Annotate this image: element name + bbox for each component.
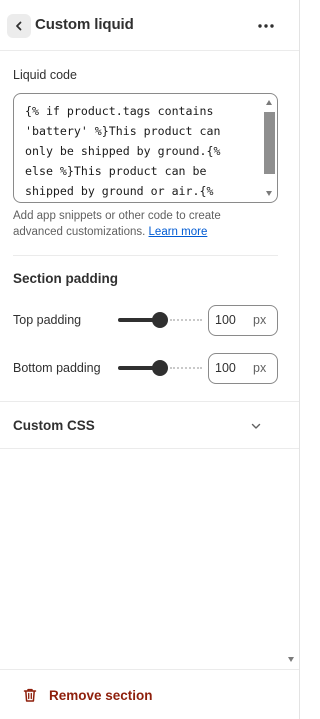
bottom-padding-unit: px — [253, 361, 267, 375]
liquid-code-value[interactable]: {% if product.tags contains 'battery' %}… — [25, 101, 261, 201]
bottom-padding-value[interactable]: 100 — [215, 361, 236, 375]
divider — [0, 448, 299, 449]
top-padding-slider[interactable] — [118, 312, 202, 328]
slider-thumb[interactable] — [152, 360, 168, 376]
panel-header: Custom liquid — [0, 0, 299, 51]
scrollbar-thumb[interactable] — [264, 112, 275, 174]
learn-more-link[interactable]: Learn more — [149, 226, 208, 238]
liquid-code-help: Add app snippets or other code to create… — [13, 208, 273, 240]
chevron-left-icon — [16, 21, 22, 31]
panel-footer: Remove section — [0, 669, 299, 719]
custom-css-title: Custom CSS — [13, 418, 95, 433]
remove-section-button[interactable]: Remove section — [22, 684, 153, 706]
section-settings-panel: Custom liquid Liquid code {% if product.… — [0, 0, 300, 719]
slider-track — [170, 367, 202, 369]
section-padding-heading: Section padding — [13, 271, 119, 286]
trash-icon — [23, 688, 37, 702]
bottom-padding-slider[interactable] — [118, 360, 202, 376]
top-padding-label: Top padding — [13, 313, 82, 327]
top-padding-unit: px — [253, 313, 267, 327]
more-actions-button[interactable] — [253, 14, 279, 38]
slider-thumb[interactable] — [152, 312, 168, 328]
top-padding-input[interactable]: 100 px — [208, 305, 278, 336]
more-horizontal-icon — [258, 24, 274, 28]
panel-scroll-down-icon[interactable] — [288, 657, 294, 662]
code-scrollbar[interactable] — [263, 96, 275, 200]
bottom-padding-input[interactable]: 100 px — [208, 353, 278, 384]
scroll-down-arrow-icon[interactable] — [266, 191, 272, 196]
scroll-up-arrow-icon[interactable] — [266, 100, 272, 105]
custom-css-toggle[interactable]: Custom CSS — [0, 402, 299, 448]
back-button[interactable] — [7, 14, 31, 38]
remove-section-label: Remove section — [49, 687, 153, 703]
divider — [13, 255, 278, 256]
chevron-down-icon — [251, 423, 261, 429]
bottom-padding-label: Bottom padding — [13, 361, 101, 375]
page-title: Custom liquid — [35, 16, 134, 33]
top-padding-value[interactable]: 100 — [215, 313, 236, 327]
liquid-code-textarea[interactable]: {% if product.tags contains 'battery' %}… — [13, 93, 278, 203]
slider-track — [170, 319, 202, 321]
liquid-code-label: Liquid code — [13, 68, 77, 82]
